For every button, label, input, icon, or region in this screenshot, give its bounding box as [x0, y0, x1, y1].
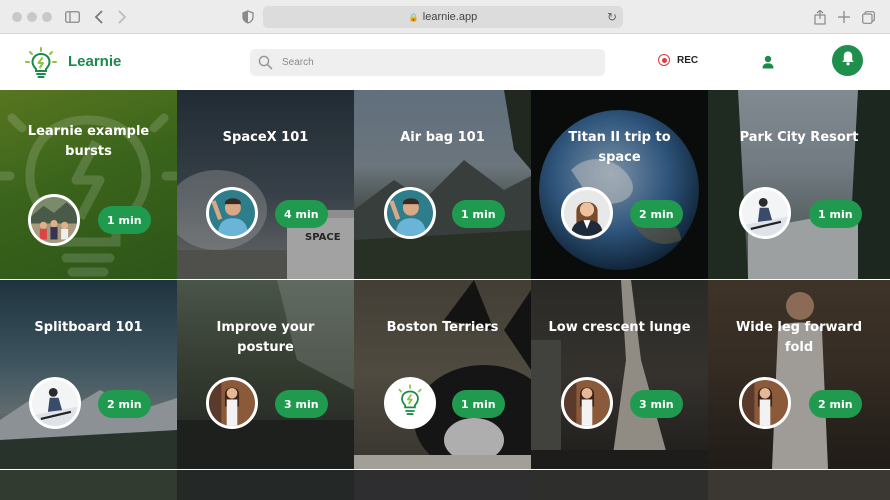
address-bar[interactable]: 🔒 learnie.app ↻	[263, 6, 623, 28]
record-button[interactable]: REC	[658, 54, 698, 66]
learnie-logo-icon	[387, 380, 433, 426]
avatar	[206, 377, 258, 429]
search-input[interactable]	[250, 49, 605, 76]
burst-card[interactable]: Titan II trip to space 2 min	[531, 90, 708, 279]
lock-icon: 🔒	[408, 12, 419, 22]
burst-title: Titan II trip to space	[568, 130, 671, 165]
minimize-window-button[interactable]	[27, 12, 37, 22]
learnie-logo-icon[interactable]	[24, 47, 58, 79]
burst-card[interactable]: SPACE SpaceX 101 4 min	[177, 90, 354, 279]
burst-card[interactable]	[177, 470, 354, 500]
burst-card[interactable]	[531, 470, 708, 500]
sidebar-toggle-icon[interactable]	[62, 7, 82, 27]
back-icon[interactable]	[89, 7, 109, 27]
avatar	[739, 377, 791, 429]
burst-title: Learnie example bursts	[27, 124, 150, 159]
notifications-button[interactable]	[832, 45, 863, 76]
burst-card[interactable]: Improve your posture 3 min	[177, 280, 354, 469]
bell-icon	[841, 50, 855, 71]
burst-card[interactable]: Low crescent lunge 3 min	[531, 280, 708, 469]
share-icon[interactable]	[810, 7, 830, 27]
duration-badge: 2 min	[809, 390, 862, 418]
avatar	[561, 377, 613, 429]
burst-title: Wide leg forward fold	[735, 320, 863, 355]
tab-overview-icon[interactable]	[858, 7, 878, 27]
bursts-grid: Learnie example bursts 1 min SPACE Space…	[0, 90, 890, 500]
avatar	[384, 377, 436, 429]
privacy-shield-icon[interactable]	[238, 7, 258, 27]
record-label: REC	[677, 54, 699, 66]
duration-badge: 1 min	[452, 200, 505, 228]
burst-card[interactable]	[0, 470, 177, 500]
user-profile-icon[interactable]	[760, 54, 776, 70]
burst-card[interactable]: Splitboard 101 2 min	[0, 280, 177, 469]
forward-icon[interactable]	[112, 7, 132, 27]
burst-title: SpaceX 101	[222, 130, 309, 145]
zoom-window-button[interactable]	[42, 12, 52, 22]
burst-card[interactable]: Wide leg forward fold 2 min	[708, 280, 890, 469]
duration-badge: 1 min	[452, 390, 505, 418]
avatar	[561, 187, 613, 239]
duration-badge: 1 min	[809, 200, 862, 228]
avatar	[29, 377, 81, 429]
search-icon	[258, 55, 273, 70]
burst-card[interactable]: Boston Terriers 1 min	[354, 280, 531, 469]
search-box[interactable]	[250, 49, 605, 76]
burst-title: Improve your posture	[216, 320, 315, 355]
burst-title: Low crescent lunge	[548, 320, 691, 335]
close-window-button[interactable]	[12, 12, 22, 22]
burst-card[interactable]: Air bag 101 1 min	[354, 90, 531, 279]
burst-title: Boston Terriers	[386, 320, 499, 335]
avatar	[739, 187, 791, 239]
burst-card[interactable]	[708, 470, 890, 500]
url-text: learnie.app	[422, 11, 478, 23]
avatar	[384, 187, 436, 239]
burst-card[interactable]: Park City Resort 1 min	[708, 90, 890, 279]
avatar	[28, 194, 80, 246]
duration-badge: 3 min	[630, 390, 683, 418]
avatar	[206, 187, 258, 239]
duration-badge: 2 min	[98, 390, 151, 418]
duration-badge: 2 min	[630, 200, 683, 228]
duration-badge: 1 min	[98, 206, 151, 234]
browser-toolbar: 🔒 learnie.app ↻	[0, 0, 890, 34]
app-header: Learnie REC	[0, 35, 890, 90]
burst-title: Air bag 101	[400, 130, 485, 145]
burst-card[interactable]	[354, 470, 531, 500]
new-tab-icon[interactable]	[834, 7, 854, 27]
reload-icon[interactable]: ↻	[607, 10, 617, 24]
burst-title: Park City Resort	[739, 130, 859, 145]
record-icon	[658, 54, 670, 66]
brand-name[interactable]: Learnie	[68, 53, 121, 70]
burst-card[interactable]: Learnie example bursts 1 min	[0, 90, 177, 279]
duration-badge: 4 min	[275, 200, 328, 228]
duration-badge: 3 min	[275, 390, 328, 418]
burst-title: Splitboard 101	[34, 320, 143, 335]
